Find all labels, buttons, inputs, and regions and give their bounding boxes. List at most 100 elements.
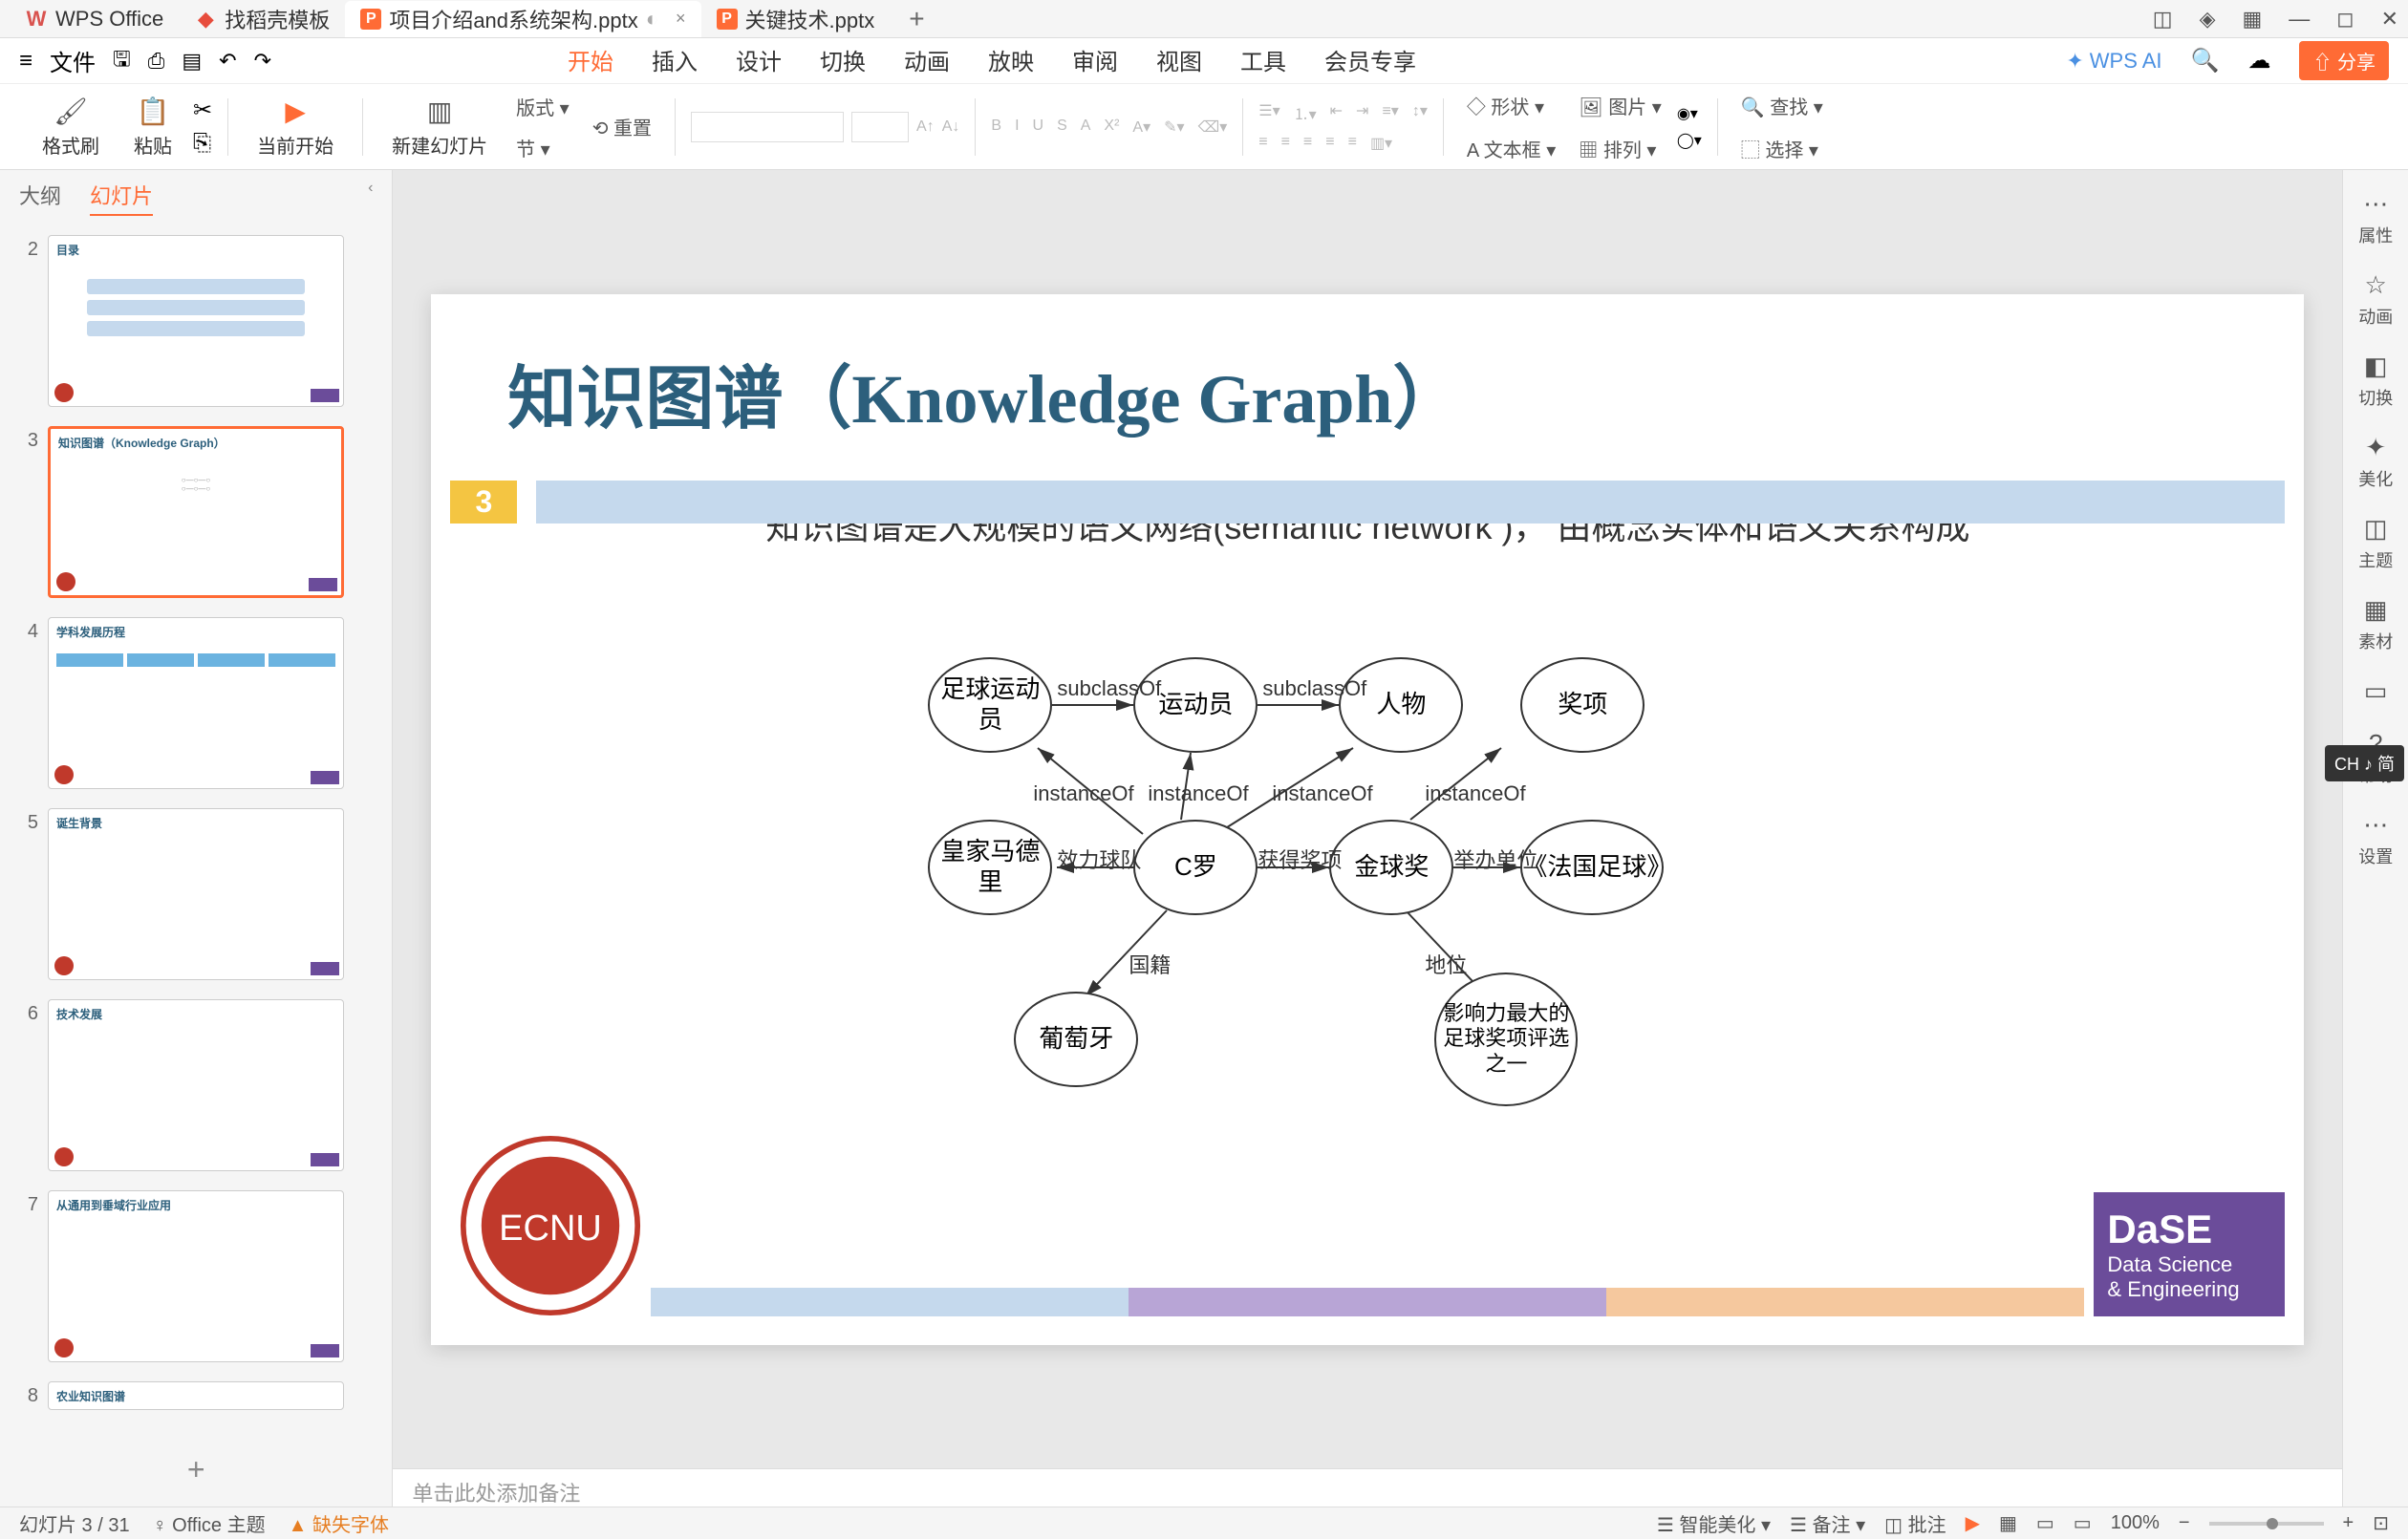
tab-view[interactable]: 视图 bbox=[1156, 35, 1202, 87]
align-dist-icon[interactable]: ≡ bbox=[1348, 134, 1357, 153]
tab-animation[interactable]: 动画 bbox=[904, 35, 950, 87]
fill-icon[interactable]: ◉▾ bbox=[1677, 104, 1702, 123]
thumb-row[interactable]: 5 诞生背景 bbox=[19, 808, 373, 980]
slide-thumb[interactable]: 从通用到垂域行业应用 bbox=[48, 1190, 344, 1362]
decrease-font-icon[interactable]: A↓ bbox=[942, 118, 960, 136]
columns-icon[interactable]: ▥▾ bbox=[1370, 134, 1392, 153]
font-select[interactable] bbox=[691, 112, 844, 142]
print-icon[interactable]: ⎙ bbox=[148, 49, 165, 74]
text-dir-icon[interactable]: ↕▾ bbox=[1412, 101, 1428, 124]
rsb-transition[interactable]: ◧切换 bbox=[2358, 352, 2393, 410]
collapse-icon[interactable]: ‹ bbox=[368, 180, 373, 216]
outline-icon[interactable]: ◯▾ bbox=[1677, 131, 1702, 150]
shape-button[interactable]: ◇ 形状 ▾ bbox=[1459, 88, 1563, 123]
super-icon[interactable]: X² bbox=[1104, 118, 1119, 137]
thumb-row[interactable]: 7 从通用到垂域行业应用 bbox=[19, 1190, 373, 1362]
tab-transition[interactable]: 切换 bbox=[820, 35, 866, 87]
cut-icon[interactable]: ✂ bbox=[193, 96, 212, 124]
notes-area[interactable]: 单击此处添加备注 bbox=[393, 1468, 2342, 1507]
tab-tools[interactable]: 工具 bbox=[1240, 35, 1286, 87]
format-painter-group[interactable]: 🖌 格式刷 bbox=[29, 96, 113, 159]
textbox-button[interactable]: A 文本框 ▾ bbox=[1459, 131, 1563, 166]
bullets-icon[interactable]: ☰▾ bbox=[1258, 101, 1279, 124]
rsb-theme[interactable]: ◫主题 bbox=[2358, 514, 2393, 572]
tab-insert[interactable]: 插入 bbox=[652, 35, 698, 87]
zoom-out-icon[interactable]: − bbox=[2179, 1512, 2190, 1534]
outline-tab[interactable]: 大纲 bbox=[19, 180, 61, 216]
section-button[interactable]: 节 ▾ bbox=[508, 130, 577, 165]
rsb-properties[interactable]: ⋯属性 bbox=[2358, 189, 2393, 247]
cloud-icon[interactable]: ☁ bbox=[2247, 47, 2270, 75]
align-left-icon[interactable]: ≡ bbox=[1258, 134, 1267, 153]
template-tab[interactable]: ◆ 找稻壳模板 bbox=[179, 1, 345, 37]
minimize-icon[interactable]: — bbox=[2289, 7, 2310, 32]
app-icon[interactable]: ◫ bbox=[2153, 7, 2173, 32]
document-tab-active[interactable]: P 项目介绍and系统架构.pptx ◐ × bbox=[345, 1, 700, 37]
theme-info[interactable]: ♀ Office 主题 bbox=[153, 1509, 266, 1537]
indent-right-icon[interactable]: ⇥ bbox=[1356, 101, 1368, 124]
maximize-icon[interactable]: ◻ bbox=[2336, 7, 2354, 32]
slide[interactable]: 知识图谱（Knowledge Graph） 3 知识图谱是大规模的语义网络(se… bbox=[431, 294, 2304, 1345]
tab-member[interactable]: 会员专享 bbox=[1324, 35, 1416, 87]
zoom-level[interactable]: 100% bbox=[2111, 1512, 2160, 1534]
select-button[interactable]: ⬚ 选择 ▾ bbox=[1733, 131, 1831, 166]
paste-group[interactable]: 📋 粘贴 bbox=[120, 96, 185, 159]
numbering-icon[interactable]: ⒈▾ bbox=[1294, 101, 1317, 124]
thumb-row[interactable]: 8 农业知识图谱 bbox=[19, 1381, 373, 1410]
preview-icon[interactable]: ▤ bbox=[182, 49, 202, 74]
rsb-book[interactable]: ▭ bbox=[2364, 676, 2388, 706]
missing-font-warning[interactable]: ▲ 缺失字体 bbox=[289, 1509, 389, 1537]
indent-left-icon[interactable]: ⇤ bbox=[1330, 101, 1343, 124]
italic-icon[interactable]: I bbox=[1015, 118, 1019, 137]
thumb-row[interactable]: 4 学科发展历程 bbox=[19, 617, 373, 789]
tab-start[interactable]: 开始 bbox=[568, 35, 613, 87]
slides-tab[interactable]: 幻灯片 bbox=[90, 180, 153, 216]
slide-thumb[interactable]: 技术发展 bbox=[48, 999, 344, 1171]
search-icon[interactable]: 🔍 bbox=[2191, 47, 2220, 75]
color-icon[interactable]: A▾ bbox=[1132, 118, 1150, 137]
slide-thumb-selected[interactable]: 知识图谱（Knowledge Graph） ○—○—○○—○—○ bbox=[48, 426, 344, 598]
add-slide-button[interactable]: + bbox=[0, 1433, 392, 1507]
thumb-row[interactable]: 6 技术发展 bbox=[19, 999, 373, 1171]
slide-thumb[interactable]: 农业知识图谱 bbox=[48, 1381, 344, 1410]
close-tab-icon[interactable]: × bbox=[676, 9, 686, 29]
slide-thumb[interactable]: 目录 bbox=[48, 235, 344, 407]
view-slideshow-icon[interactable]: ▭ bbox=[2074, 1511, 2092, 1535]
wps-home-tab[interactable]: W WPS Office bbox=[10, 1, 179, 37]
wps-ai-button[interactable]: ✦ WPS AI bbox=[2066, 49, 2161, 74]
rsb-more[interactable]: ⋯设置 bbox=[2358, 810, 2393, 868]
comments-button[interactable]: ◫ 批注 bbox=[1884, 1509, 1946, 1537]
clear-icon[interactable]: ⌫▾ bbox=[1198, 118, 1228, 137]
highlight-icon[interactable]: ✎▾ bbox=[1164, 118, 1184, 137]
line-spacing-icon[interactable]: ≡▾ bbox=[1382, 101, 1398, 124]
from-current-group[interactable]: ▶ 当前开始 bbox=[244, 96, 347, 159]
undo-icon[interactable]: ↶ bbox=[219, 49, 236, 74]
add-tab-button[interactable]: + bbox=[890, 4, 943, 34]
close-icon[interactable]: ✕ bbox=[2381, 7, 2398, 32]
arrange-button[interactable]: ▦ 排列 ▾ bbox=[1571, 131, 1669, 166]
align-center-icon[interactable]: ≡ bbox=[1281, 134, 1290, 153]
cube-icon[interactable]: ◈ bbox=[2200, 7, 2216, 32]
document-tab[interactable]: P 关键技术.pptx bbox=[701, 1, 891, 37]
menu-icon[interactable]: ≡ bbox=[19, 48, 32, 75]
zoom-in-icon[interactable]: + bbox=[2343, 1512, 2354, 1534]
beautify-button[interactable]: ☰ 智能美化 ▾ bbox=[1657, 1509, 1771, 1537]
rsb-animation[interactable]: ☆动画 bbox=[2358, 270, 2393, 329]
thumb-row[interactable]: 3 知识图谱（Knowledge Graph） ○—○—○○—○—○ bbox=[19, 426, 373, 598]
view-sorter-icon[interactable]: ▦ bbox=[1999, 1511, 2017, 1535]
align-right-icon[interactable]: ≡ bbox=[1303, 134, 1312, 153]
file-menu[interactable]: 文件 bbox=[50, 44, 96, 77]
rsb-material[interactable]: ▦素材 bbox=[2358, 595, 2393, 653]
notes-button[interactable]: ☰ 备注 ▾ bbox=[1790, 1509, 1865, 1537]
share-button[interactable]: ⇧ 分享 bbox=[2299, 41, 2389, 80]
tab-design[interactable]: 设计 bbox=[736, 35, 782, 87]
thumb-row[interactable]: 2 目录 bbox=[19, 235, 373, 407]
find-button[interactable]: 🔍 查找 ▾ bbox=[1733, 88, 1831, 123]
view-normal-icon[interactable]: ▶ bbox=[1966, 1511, 1980, 1535]
new-slide-group[interactable]: ▥ 新建幻灯片 bbox=[378, 96, 501, 159]
layout-button[interactable]: 版式 ▾ bbox=[508, 89, 577, 124]
zoom-slider[interactable] bbox=[2209, 1522, 2324, 1526]
fit-icon[interactable]: ⊡ bbox=[2373, 1511, 2389, 1535]
slide-thumb[interactable]: 学科发展历程 bbox=[48, 617, 344, 789]
copy-icon[interactable]: ⎘ bbox=[193, 130, 212, 157]
